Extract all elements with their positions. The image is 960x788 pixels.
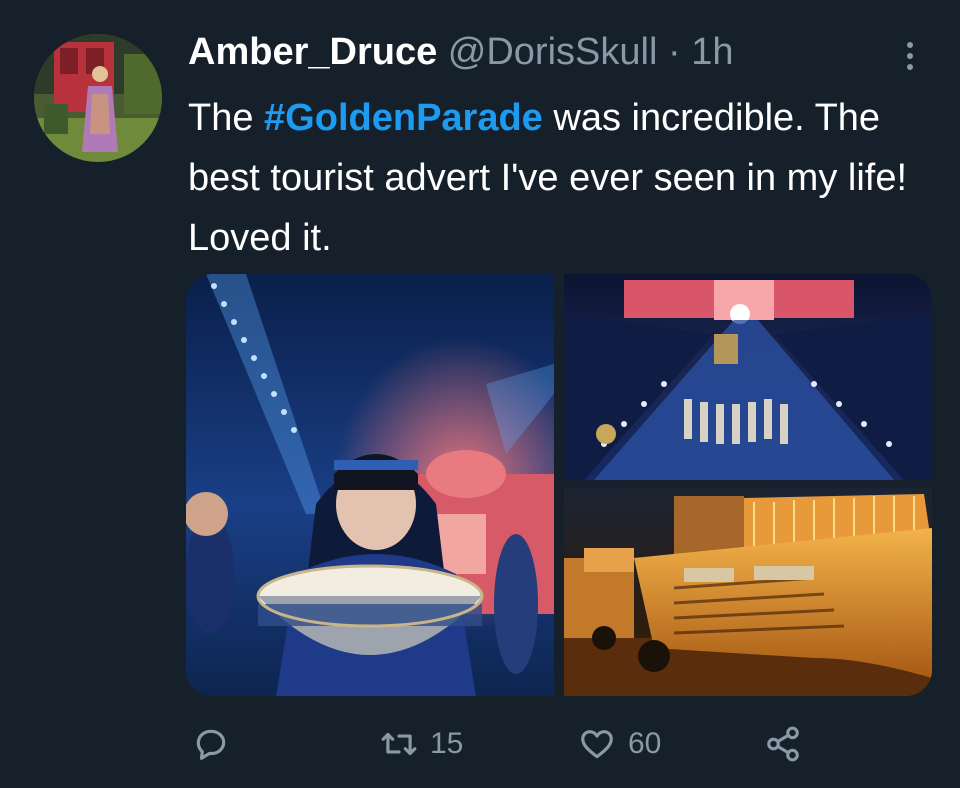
reply-button[interactable] xyxy=(192,716,242,772)
retweet-count: 15 xyxy=(430,727,464,760)
more-vertical-icon[interactable] xyxy=(890,36,930,76)
user-handle[interactable]: @DorisSkull xyxy=(448,31,658,73)
separator-dot: · xyxy=(667,31,681,73)
display-name[interactable]: Amber_Druce xyxy=(188,31,437,73)
avatar[interactable] xyxy=(34,34,162,162)
tweet-actions: 15 60 xyxy=(0,716,960,772)
tweet-text: The #GoldenParade was incredible. The be… xyxy=(188,88,948,268)
like-count: 60 xyxy=(628,727,662,760)
timestamp[interactable]: 1h xyxy=(691,31,733,73)
reply-icon xyxy=(192,725,230,763)
text-before: The xyxy=(188,97,265,139)
retweet-icon xyxy=(380,725,418,763)
tweet-header: Amber_Druce @DorisSkull · 1h xyxy=(188,28,733,76)
retweet-button[interactable]: 15 xyxy=(380,716,463,772)
performer-with-bowl-photo[interactable] xyxy=(186,274,554,696)
share-icon xyxy=(764,725,802,763)
tweet[interactable]: Amber_Druce @DorisSkull · 1h The #Golden… xyxy=(0,0,960,788)
parade-avenue-night-photo[interactable] xyxy=(564,274,932,480)
share-button[interactable] xyxy=(764,716,802,772)
heart-icon xyxy=(578,725,616,763)
media-grid xyxy=(186,274,932,696)
golden-royal-carriage-photo[interactable] xyxy=(564,488,932,696)
hashtag-link[interactable]: #GoldenParade xyxy=(264,97,543,139)
like-button[interactable]: 60 xyxy=(578,716,661,772)
